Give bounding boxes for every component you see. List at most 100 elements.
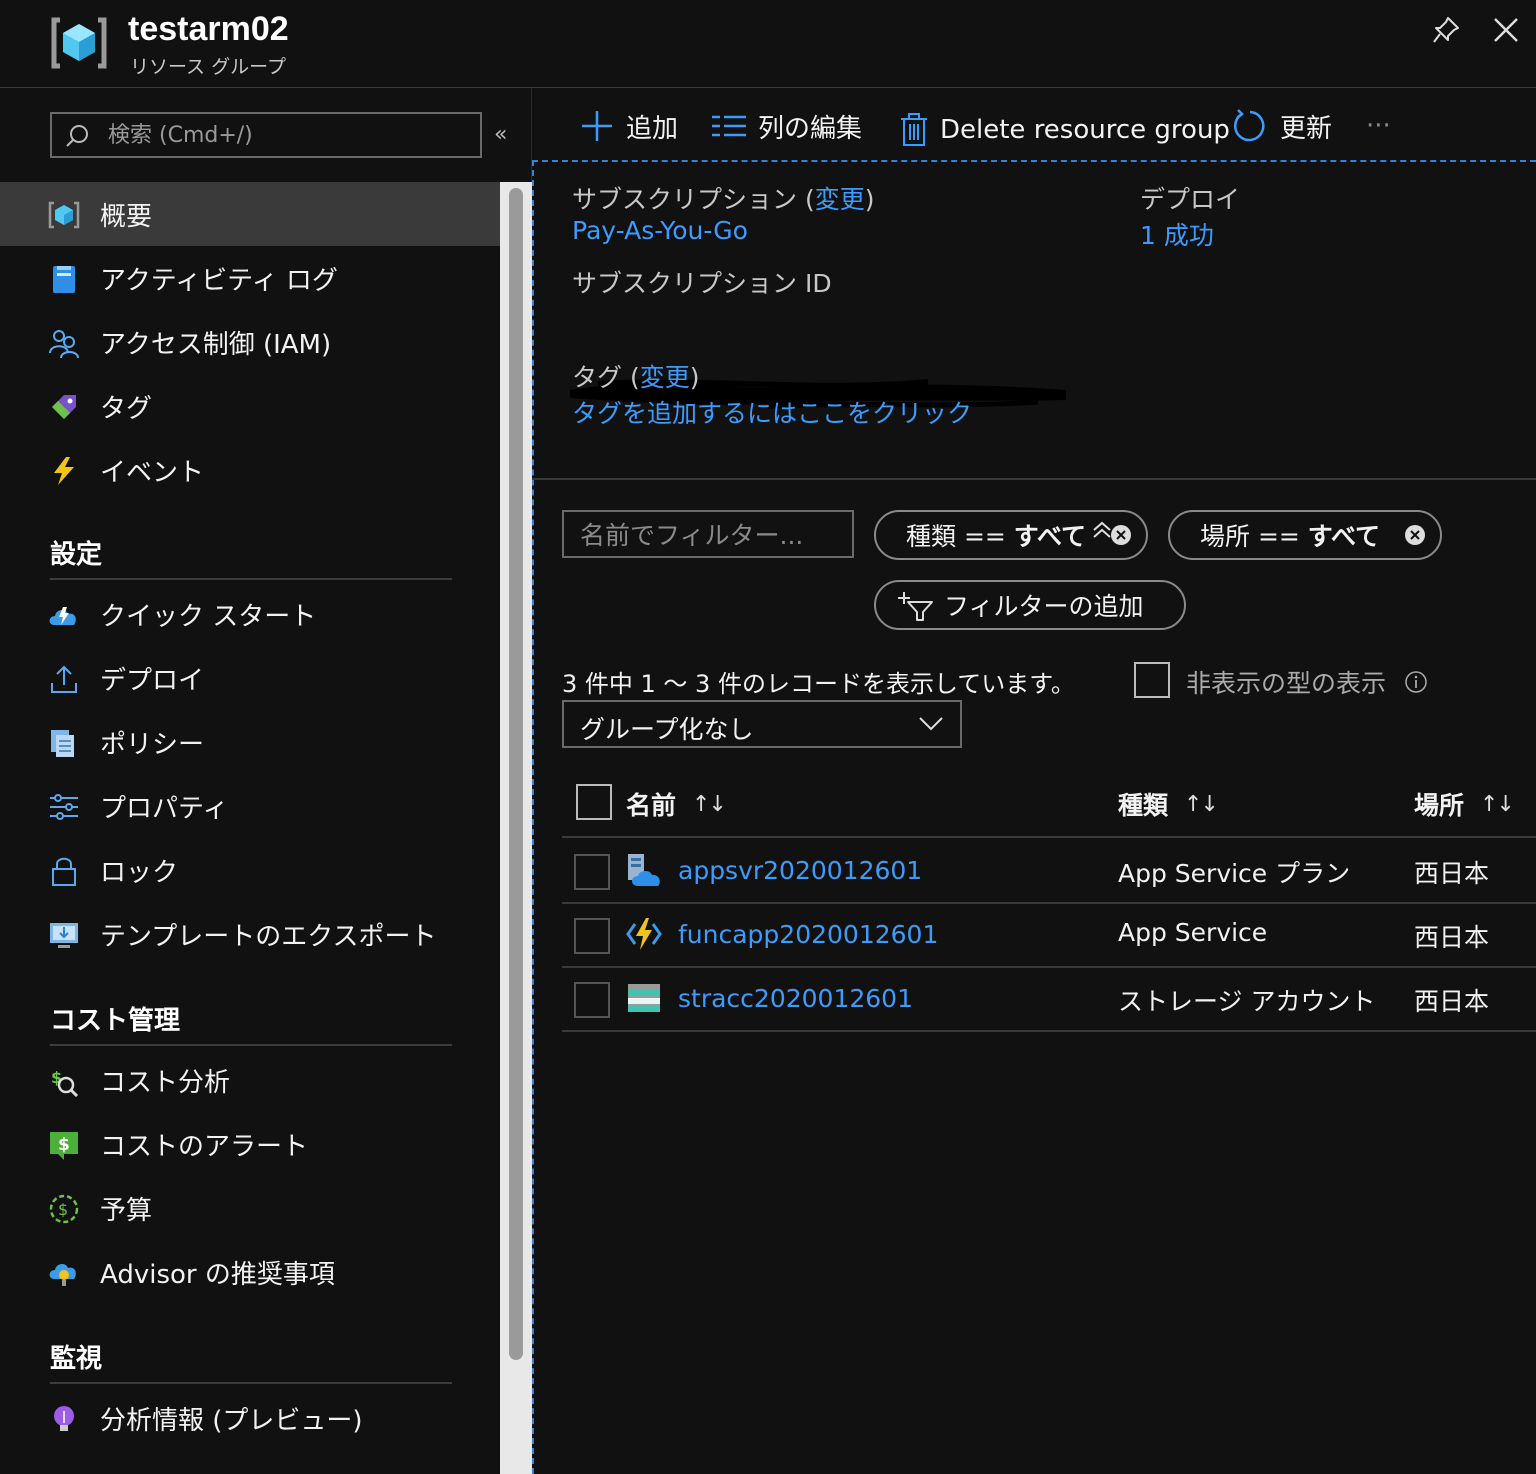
sidebar-search[interactable] bbox=[50, 112, 482, 158]
row-checkbox[interactable] bbox=[574, 982, 610, 1018]
plus-icon bbox=[582, 111, 612, 141]
more-button[interactable]: ··· bbox=[1366, 106, 1391, 146]
delete-resource-group-button[interactable]: Delete resource group bbox=[900, 110, 1230, 150]
sidebar-item-deploy[interactable]: デプロイ bbox=[0, 646, 500, 710]
sidebar-item-activity-log[interactable]: アクティビティ ログ bbox=[0, 246, 500, 310]
add-button-label: 追加 bbox=[626, 113, 679, 144]
blade-header: testarm02 リソース グループ bbox=[0, 0, 1536, 88]
row-checkbox[interactable] bbox=[574, 918, 610, 954]
sidebar-item-budget[interactable]: $ 予算 bbox=[0, 1176, 500, 1240]
sidebar-item-iam[interactable]: アクセス制御 (IAM) bbox=[0, 310, 500, 374]
sidebar-item-properties[interactable]: プロパティ bbox=[0, 774, 500, 838]
sidebar-search-input[interactable] bbox=[108, 120, 468, 150]
resource-location: 西日本 bbox=[1414, 987, 1490, 1016]
sidebar-item-label: アクセス制御 (IAM) bbox=[100, 330, 332, 360]
location-filter-value: すべて bbox=[1307, 522, 1381, 551]
resource-type: ストレージ アカウント bbox=[1118, 987, 1376, 1016]
show-hidden-types-label: 非表示の型の表示 bbox=[1186, 669, 1387, 698]
close-icon[interactable] bbox=[1490, 14, 1522, 46]
add-button[interactable]: 追加 bbox=[580, 106, 678, 146]
column-header-type[interactable]: 種類 ↑↓ bbox=[1118, 786, 1219, 822]
column-header-label: 種類 bbox=[1118, 791, 1169, 820]
divider bbox=[532, 478, 1536, 480]
type-filter-value: すべて bbox=[1013, 522, 1087, 551]
change-tags-link[interactable]: 変更 bbox=[640, 363, 690, 392]
properties-sliders-icon bbox=[50, 794, 78, 820]
subscription-value-link[interactable]: Pay-As-You-Go bbox=[572, 216, 748, 245]
sidebar-item-advisor[interactable]: Advisor の推奨事項 bbox=[0, 1240, 500, 1304]
sidebar-item-label: ロック bbox=[100, 858, 179, 888]
sort-icon: ↑↓ bbox=[692, 791, 727, 817]
show-hidden-types-checkbox[interactable] bbox=[1134, 662, 1170, 698]
add-tags-link[interactable]: タグを追加するにはここをクリック bbox=[572, 394, 972, 430]
sidebar-item-label: ポリシー bbox=[100, 730, 205, 760]
sidebar-item-label: プロパティ bbox=[100, 794, 229, 824]
insights-bulb-icon bbox=[54, 1406, 74, 1431]
grouping-dropdown[interactable]: グループ化なし bbox=[562, 700, 962, 748]
delete-label: Delete resource group bbox=[940, 115, 1230, 145]
deploy-upload-icon bbox=[51, 665, 77, 693]
sidebar-section-title: コスト管理 bbox=[50, 1006, 181, 1036]
sidebar-item-insights[interactable]: 分析情報 (プレビュー) bbox=[0, 1386, 500, 1450]
name-filter-field[interactable] bbox=[562, 510, 854, 558]
grouping-dropdown-value: グループ化なし bbox=[580, 715, 754, 744]
svg-text:$: $ bbox=[58, 1135, 70, 1155]
clear-filter-icon[interactable] bbox=[1110, 524, 1132, 546]
resource-name-link[interactable]: appsvr2020012601 bbox=[678, 856, 922, 885]
sidebar-section-title: 設定 bbox=[50, 540, 103, 570]
sidebar-item-label: 概要 bbox=[100, 202, 153, 232]
deploy-value-link[interactable]: 1 成功 bbox=[1140, 216, 1214, 252]
sidebar-item-policy[interactable]: ポリシー bbox=[0, 710, 500, 774]
add-filter-icon bbox=[898, 592, 933, 621]
add-filter-label: フィルターの追加 bbox=[944, 592, 1144, 621]
sidebar-item-tags[interactable]: タグ bbox=[0, 374, 500, 438]
quickstart-cloud-icon bbox=[49, 607, 76, 625]
pin-icon[interactable] bbox=[1430, 14, 1462, 46]
sidebar-item-quickstart[interactable]: クイック スタート bbox=[0, 582, 500, 646]
table-row[interactable]: appsvr2020012601 App Service プラン 西日本 bbox=[562, 840, 1536, 904]
type-filter-text: 種類 == すべて bbox=[906, 517, 1086, 553]
change-subscription-link[interactable]: 変更 bbox=[815, 185, 865, 214]
clear-filter-icon[interactable] bbox=[1404, 524, 1426, 546]
table-row[interactable]: funcapp2020012601 App Service 西日本 bbox=[562, 904, 1536, 968]
sidebar-item-label: イベント bbox=[100, 458, 205, 488]
add-filter-button[interactable]: フィルターの追加 bbox=[874, 580, 1186, 630]
refresh-button[interactable]: 更新 bbox=[1232, 106, 1332, 146]
resource-name-link[interactable]: funcapp2020012601 bbox=[678, 920, 938, 949]
table-row[interactable]: stracc2020012601 ストレージ アカウント 西日本 bbox=[562, 968, 1536, 1032]
sidebar-item-lock[interactable]: ロック bbox=[0, 838, 500, 902]
sidebar-item-cost-analysis[interactable]: $ コスト分析 bbox=[0, 1048, 500, 1112]
sidebar-item-label: 分析情報 (プレビュー) bbox=[100, 1406, 363, 1436]
select-all-checkbox[interactable] bbox=[576, 784, 612, 820]
type-filter-pill[interactable]: 種類 == すべて bbox=[874, 510, 1148, 560]
resource-name-link[interactable]: stracc2020012601 bbox=[678, 984, 913, 1013]
overview-icon bbox=[48, 201, 80, 229]
tags-label: タグ bbox=[572, 363, 623, 392]
sidebar-item-cost-alerts[interactable]: $ コストのアラート bbox=[0, 1112, 500, 1176]
sidebar-scrollbar-thumb[interactable] bbox=[509, 188, 523, 1360]
sidebar-item-overview[interactable]: 概要 bbox=[0, 182, 500, 246]
location-filter-pill[interactable]: 場所 == すべて bbox=[1168, 510, 1442, 560]
location-filter-text: 場所 == すべて bbox=[1200, 517, 1380, 553]
chevron-down-icon bbox=[919, 717, 943, 731]
sidebar-item-label: コストのアラート bbox=[100, 1132, 309, 1162]
column-header-name[interactable]: 名前 ↑↓ bbox=[626, 786, 727, 822]
subscription-label: サブスクリプション bbox=[572, 185, 798, 214]
column-header-label: 場所 bbox=[1414, 791, 1465, 820]
column-header-label: 名前 bbox=[626, 791, 677, 820]
sidebar-item-label: Advisor の推奨事項 bbox=[100, 1260, 335, 1290]
sidebar-item-events[interactable]: イベント bbox=[0, 438, 500, 502]
sidebar-item-label: クイック スタート bbox=[100, 602, 317, 632]
sidebar-section-settings: 設定 bbox=[50, 530, 452, 580]
edit-columns-button[interactable]: 列の編集 bbox=[712, 106, 862, 146]
row-checkbox[interactable] bbox=[574, 854, 610, 890]
sidebar-item-export-template[interactable]: テンプレートのエクスポート bbox=[0, 902, 500, 966]
name-filter-input[interactable] bbox=[580, 520, 840, 550]
svg-text:$: $ bbox=[58, 1200, 68, 1219]
sidebar-section-title: 監視 bbox=[50, 1344, 103, 1374]
column-header-location[interactable]: 場所 ↑↓ bbox=[1414, 786, 1515, 822]
collapse-sidebar-icon[interactable]: « bbox=[494, 124, 518, 148]
sort-icon: ↑↓ bbox=[1184, 791, 1219, 817]
page-subtitle: リソース グループ bbox=[130, 56, 286, 78]
info-icon[interactable] bbox=[1404, 670, 1428, 694]
